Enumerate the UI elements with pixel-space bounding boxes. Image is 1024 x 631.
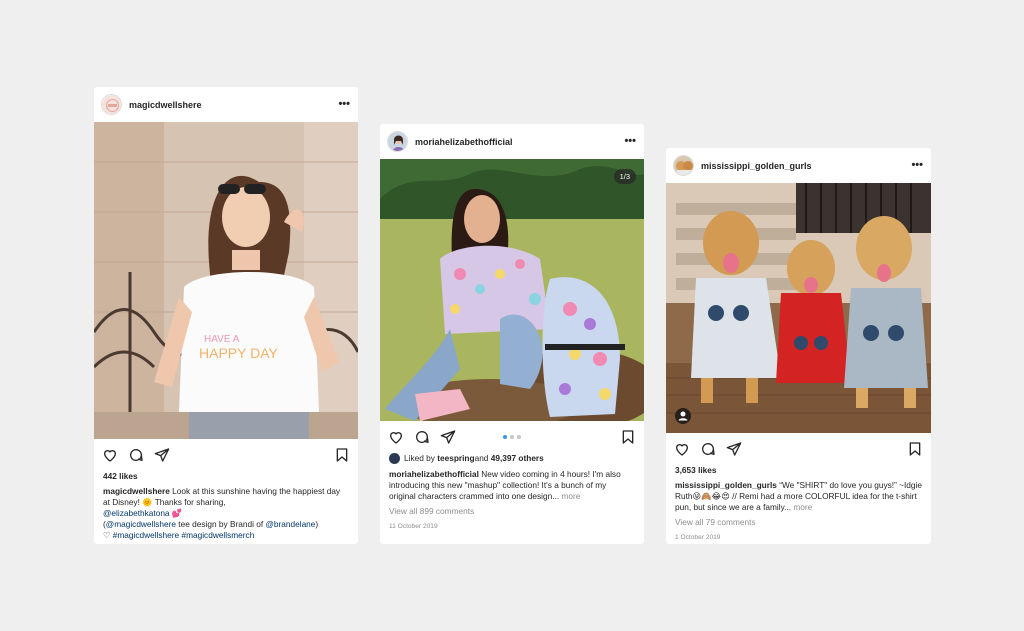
post-actions xyxy=(666,433,931,465)
liked-by-others[interactable]: 49,397 others xyxy=(491,453,544,464)
more-options-icon[interactable]: ••• xyxy=(338,99,350,110)
post-actions xyxy=(380,421,644,453)
comment-icon[interactable] xyxy=(414,429,430,445)
hashtags-link[interactable]: #magicdwellshere #magicdwellsmerch xyxy=(113,530,255,540)
mention-link[interactable]: @elizabethkatona xyxy=(103,508,170,518)
avatar[interactable] xyxy=(673,155,694,176)
like-heart-icon[interactable] xyxy=(674,441,690,457)
post-header: moriahelizabethofficial ••• xyxy=(380,124,644,159)
caption-emoji: 🌞 xyxy=(142,497,153,507)
liked-by-prefix: Liked by xyxy=(404,453,435,463)
more-link[interactable]: more xyxy=(791,502,812,512)
caption-username[interactable]: moriahelizabethofficial xyxy=(389,469,479,479)
bookmark-save-icon[interactable] xyxy=(907,441,923,457)
like-heart-icon[interactable] xyxy=(388,429,404,445)
share-send-icon[interactable] xyxy=(726,441,742,457)
liked-by: Liked by teespring and 49,397 others xyxy=(389,453,635,464)
more-options-icon[interactable]: ••• xyxy=(624,136,636,147)
post-date: 11 October 2019 xyxy=(389,523,438,530)
carousel-dot xyxy=(517,435,521,439)
liked-by-user[interactable]: teespring xyxy=(437,453,474,464)
caption-username[interactable]: mississippi_golden_gurls xyxy=(675,480,777,490)
post-image[interactable] xyxy=(666,183,931,433)
caption: mississippi_golden_gurls “We "SHIRT" do … xyxy=(675,480,922,513)
bookmark-save-icon[interactable] xyxy=(334,447,350,463)
comment-icon[interactable] xyxy=(128,447,144,463)
svg-text:HAPPY DAY: HAPPY DAY xyxy=(199,345,279,361)
svg-text:HAVE A: HAVE A xyxy=(204,334,240,345)
more-link[interactable]: more xyxy=(559,491,580,501)
post-actions xyxy=(94,439,358,471)
caption-text-2: Thanks for sharing, xyxy=(152,497,226,507)
more-options-icon[interactable]: ••• xyxy=(911,160,923,171)
comment-icon[interactable] xyxy=(700,441,716,457)
caption-username[interactable]: magicdwellshere xyxy=(103,486,170,496)
carousel-dot xyxy=(510,435,514,439)
username[interactable]: mississippi_golden_gurls xyxy=(701,161,911,171)
post-date: 1 October 2019 xyxy=(675,534,721,541)
liked-by-mid: and xyxy=(474,453,489,463)
post-body: 3,653 likes mississippi_golden_gurls “We… xyxy=(666,465,931,543)
post-header: magicdwellshere ••• xyxy=(94,87,358,122)
caption: magicdwellshere Look at this sunshine ha… xyxy=(103,486,349,541)
heart-glyph: ♡ xyxy=(103,530,113,540)
post-body: Liked by teespring and 49,397 others mor… xyxy=(380,453,644,532)
post-body: 442 likes magicdwellshere Look at this s… xyxy=(94,471,358,541)
view-all-comments-link[interactable]: View all 79 comments xyxy=(675,517,922,528)
mention-link-3[interactable]: @brandelane xyxy=(265,519,315,529)
likes-count[interactable]: 3,653 likes xyxy=(675,465,922,476)
share-send-icon[interactable] xyxy=(154,447,170,463)
username[interactable]: moriahelizabethofficial xyxy=(415,137,624,147)
likes-count[interactable]: 442 likes xyxy=(103,471,349,482)
post-image[interactable]: 1/3 xyxy=(380,159,644,421)
avatar[interactable] xyxy=(387,131,408,152)
caption-paren-close: ) xyxy=(315,519,319,529)
post-card-magicdwellshere: magicdwellshere ••• HAVE A HAPPY DAY 442… xyxy=(94,87,358,544)
avatar[interactable] xyxy=(101,94,122,115)
mention-link-2[interactable]: @magicdwellshere xyxy=(106,519,176,529)
view-all-comments-link[interactable]: View all 899 comments xyxy=(389,506,635,517)
post-card-moriahelizabethofficial: moriahelizabethofficial ••• 1/3 Liked by… xyxy=(380,124,644,544)
carousel-dots xyxy=(503,435,521,439)
liked-by-avatar[interactable] xyxy=(389,453,400,464)
like-heart-icon[interactable] xyxy=(102,447,118,463)
caption-emoji-2: 💕 xyxy=(169,508,183,518)
post-image[interactable]: HAVE A HAPPY DAY xyxy=(94,122,358,439)
bookmark-save-icon[interactable] xyxy=(620,429,636,445)
post-card-mississippi-golden-gurls: mississippi_golden_gurls ••• 3,653 likes… xyxy=(666,148,931,544)
username[interactable]: magicdwellshere xyxy=(129,100,338,110)
caption-text-3: tee design by Brandi of xyxy=(175,519,266,529)
user-tag-icon[interactable] xyxy=(675,408,691,424)
share-send-icon[interactable] xyxy=(440,429,456,445)
carousel-dot-active xyxy=(503,435,507,439)
carousel-counter: 1/3 xyxy=(613,169,636,184)
post-header: mississippi_golden_gurls ••• xyxy=(666,148,931,183)
caption: moriahelizabethofficial New video coming… xyxy=(389,469,635,502)
